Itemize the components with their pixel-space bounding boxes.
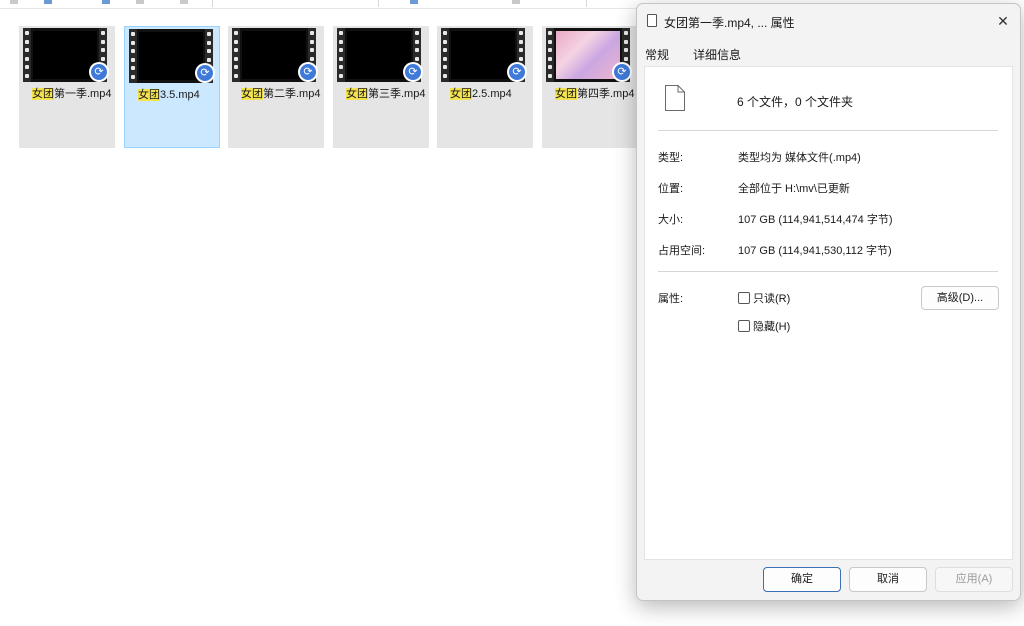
film-sprocket [23,28,31,82]
file-item[interactable]: ⟳ 女团2.5.mp4 [437,26,533,148]
search-highlight: 女团 [138,89,160,101]
file-name-rest: 3.5.mp4 [160,89,200,101]
toolbar-icon[interactable] [136,0,144,4]
apply-button[interactable]: 应用(A) [935,567,1013,592]
file-name: 女团第三季.mp4 [346,88,426,101]
thumbnail-frame [242,31,306,79]
toolbar-icon[interactable] [10,0,18,4]
size-on-disk-value: 107 GB (114,941,530,112 字节) [738,245,892,257]
film-sprocket [232,28,240,82]
thumbnail-frame [556,31,620,79]
film-sprocket [337,28,345,82]
sync-arrow-icon: ⟳ [507,62,527,82]
film-sprocket [546,28,554,82]
search-highlight: 女团 [32,88,54,100]
sync-arrow-icon: ⟳ [298,62,318,82]
file-name: 女团第二季.mp4 [241,88,321,101]
file-name-rest: 第四季.mp4 [577,88,635,100]
file-item[interactable]: ⟳ 女团第二季.mp4 [228,26,324,148]
toolbar-icon[interactable] [44,0,52,4]
file-item[interactable]: ⟳ 女团第三季.mp4 [333,26,429,148]
sync-arrow-icon: ⟳ [89,62,109,82]
toolbar-icon[interactable] [512,0,520,4]
film-sprocket [441,28,449,82]
location-label: 位置: [658,183,684,195]
file-name-rest: 第二季.mp4 [263,88,321,100]
document-icon [647,14,657,27]
dialog-titlebar[interactable]: 女团第一季.mp4, ... 属性 ✕ [637,4,1020,38]
general-tab-panel: 6 个文件，0 个文件夹 类型: 类型均为 媒体文件(.mp4) 位置: 全部位… [644,66,1013,560]
thumbnail-frame [451,31,515,79]
sync-arrow-icon: ⟳ [612,62,632,82]
file-name-rest: 第三季.mp4 [368,88,426,100]
dialog-title: 女团第一季.mp4, ... 属性 [664,16,795,30]
divider [658,130,998,131]
thumbnail-frame [347,31,411,79]
toolbar-icon[interactable] [180,0,188,4]
tab-details[interactable]: 详细信息 [693,44,741,66]
file-item[interactable]: ⟳ 女团3.5.mp4 [124,26,220,148]
search-highlight: 女团 [555,88,577,100]
selection-summary: 6 个文件，0 个文件夹 [737,95,854,109]
checkbox-box[interactable] [738,320,750,332]
toolbar-separator [378,0,379,7]
multi-document-icon [665,85,685,111]
cancel-button[interactable]: 取消 [849,567,927,592]
readonly-checkbox[interactable]: 只读(R) [738,292,790,306]
file-item[interactable]: ⟳ 女团第四季.mp4 [542,26,638,148]
location-value: 全部位于 H:\mv\已更新 [738,183,850,195]
file-name: 女团第四季.mp4 [555,88,635,101]
thumbnail-frame [33,31,97,79]
film-sprocket [129,29,137,83]
hidden-label: 隐藏(H) [753,321,791,333]
checkbox-box[interactable] [738,292,750,304]
readonly-label: 只读(R) [753,293,791,305]
explorer-toolbar [0,0,640,9]
toolbar-icon[interactable] [102,0,110,4]
sync-arrow-icon: ⟳ [403,62,423,82]
size-on-disk-label: 占用空间: [658,245,706,257]
attributes-label: 属性: [658,293,684,305]
divider [658,271,998,272]
close-icon[interactable]: ✕ [992,10,1014,32]
hidden-checkbox[interactable]: 隐藏(H) [738,320,790,334]
search-highlight: 女团 [346,88,368,100]
type-value: 类型均为 媒体文件(.mp4) [738,152,861,164]
search-highlight: 女团 [241,88,263,100]
type-label: 类型: [658,152,684,164]
file-name-rest: 第一季.mp4 [54,88,112,100]
toolbar-separator [212,0,213,7]
file-item[interactable]: ⟳ 女团第一季.mp4 [19,26,115,148]
toolbar-icon[interactable] [410,0,418,4]
file-name: 女团第一季.mp4 [32,88,112,101]
size-value: 107 GB (114,941,514,474 字节) [738,214,893,226]
search-highlight: 女团 [450,88,472,100]
properties-dialog: 女团第一季.mp4, ... 属性 ✕ 常规 详细信息 6 个文件，0 个文件夹… [636,3,1021,601]
ok-button[interactable]: 确定 [763,567,841,592]
file-name-rest: 2.5.mp4 [472,88,512,100]
file-name: 女团3.5.mp4 [138,89,218,102]
thumbnail-frame [139,32,203,80]
file-name: 女团2.5.mp4 [450,88,530,101]
toolbar-separator [586,0,587,7]
size-label: 大小: [658,214,684,226]
sync-arrow-icon: ⟳ [195,63,215,83]
tab-general[interactable]: 常规 [645,44,685,66]
advanced-button[interactable]: 高级(D)... [921,286,999,310]
